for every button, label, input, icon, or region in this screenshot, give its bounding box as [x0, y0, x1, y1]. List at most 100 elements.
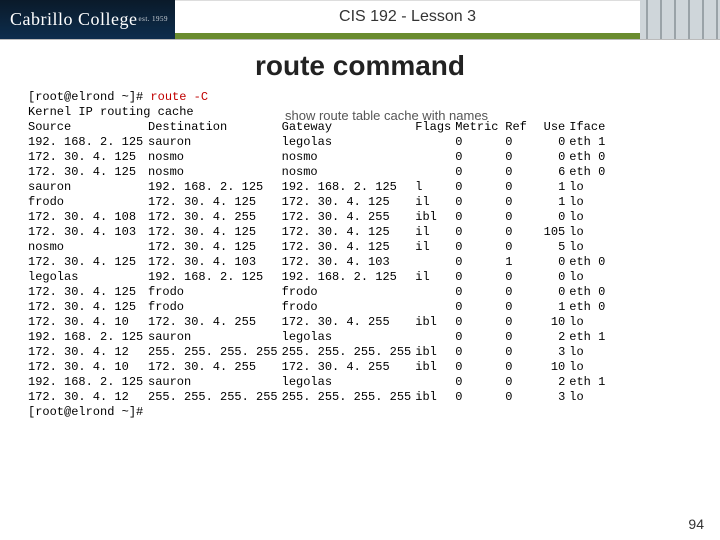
table-cell: lo	[569, 345, 609, 360]
table-row: 192. 168. 2. 125sauronlegolas002eth 1	[28, 330, 609, 345]
table-cell: lo	[569, 360, 609, 375]
column-header: Destination	[148, 120, 282, 135]
table-cell: sauron	[148, 135, 282, 150]
table-cell: 0	[505, 180, 535, 195]
table-cell: sauron	[148, 375, 282, 390]
table-cell	[415, 375, 455, 390]
table-cell: 0	[535, 270, 569, 285]
table-cell: 0	[505, 345, 535, 360]
logo-est-label: est.	[138, 16, 150, 23]
table-cell: 172. 30. 4. 125	[148, 225, 282, 240]
table-cell: 0	[505, 360, 535, 375]
table-row: 172. 30. 4. 103172. 30. 4. 125172. 30. 4…	[28, 225, 609, 240]
table-cell: 172. 30. 4. 108	[28, 210, 148, 225]
table-cell: 172. 30. 4. 12	[28, 390, 148, 405]
column-header: Use	[535, 120, 569, 135]
table-row: 192. 168. 2. 125sauronlegolas000eth 1	[28, 135, 609, 150]
table-cell: 0	[505, 285, 535, 300]
table-cell: ibl	[415, 210, 455, 225]
table-cell: 0	[455, 390, 505, 405]
table-cell: 0	[505, 165, 535, 180]
table-row: 172. 30. 4. 12255. 255. 255. 255255. 255…	[28, 345, 609, 360]
table-cell: 0	[505, 135, 535, 150]
table-cell: 0	[455, 210, 505, 225]
table-row: 172. 30. 4. 10172. 30. 4. 255172. 30. 4.…	[28, 360, 609, 375]
route-table: SourceDestinationGatewayFlagsMetricRefUs…	[28, 120, 609, 405]
table-cell: 192. 168. 2. 125	[282, 270, 416, 285]
table-cell: eth 0	[569, 150, 609, 165]
table-cell: legolas	[282, 330, 416, 345]
table-cell: 172. 30. 4. 103	[28, 225, 148, 240]
table-cell: 0	[455, 375, 505, 390]
table-cell: legolas	[28, 270, 148, 285]
table-cell: il	[415, 270, 455, 285]
table-cell: legolas	[282, 135, 416, 150]
table-cell: 10	[535, 315, 569, 330]
table-cell: 172. 30. 4. 255	[282, 315, 416, 330]
table-cell: 3	[535, 345, 569, 360]
table-row: sauron192. 168. 2. 125192. 168. 2. 125l0…	[28, 180, 609, 195]
table-cell: 0	[455, 270, 505, 285]
table-cell: 0	[535, 285, 569, 300]
table-cell: 255. 255. 255. 255	[148, 390, 282, 405]
table-cell: 192. 168. 2. 125	[28, 375, 148, 390]
table-cell: 0	[455, 315, 505, 330]
table-cell: 0	[455, 165, 505, 180]
table-cell: 1	[535, 195, 569, 210]
course-title: CIS 192 - Lesson 3	[175, 0, 640, 39]
table-cell	[415, 330, 455, 345]
table-cell: 0	[505, 225, 535, 240]
table-cell: eth 1	[569, 330, 609, 345]
table-cell: eth 0	[569, 255, 609, 270]
column-header: Source	[28, 120, 148, 135]
table-cell: 0	[505, 330, 535, 345]
table-cell: 255. 255. 255. 255	[282, 390, 416, 405]
table-cell: il	[415, 240, 455, 255]
table-row: legolas192. 168. 2. 125192. 168. 2. 125i…	[28, 270, 609, 285]
column-header: Ref	[505, 120, 535, 135]
table-cell: ibl	[415, 315, 455, 330]
table-cell: 3	[535, 390, 569, 405]
table-cell: 0	[455, 330, 505, 345]
table-cell: 0	[455, 195, 505, 210]
table-cell: lo	[569, 195, 609, 210]
table-cell: 0	[505, 375, 535, 390]
table-cell: 192. 168. 2. 125	[148, 270, 282, 285]
table-cell	[415, 255, 455, 270]
table-cell: frodo	[148, 300, 282, 315]
table-cell	[415, 300, 455, 315]
table-cell: frodo	[282, 300, 416, 315]
table-cell: lo	[569, 225, 609, 240]
table-cell: nosmo	[282, 150, 416, 165]
table-row: 172. 30. 4. 108172. 30. 4. 255172. 30. 4…	[28, 210, 609, 225]
table-cell: nosmo	[148, 165, 282, 180]
annotation-text: show route table cache with names	[285, 108, 488, 123]
table-cell: sauron	[28, 180, 148, 195]
table-cell: 172. 30. 4. 125	[28, 255, 148, 270]
table-cell	[415, 285, 455, 300]
table-cell: 1	[535, 180, 569, 195]
table-cell: 192. 168. 2. 125	[282, 180, 416, 195]
table-cell: 0	[455, 255, 505, 270]
table-cell: 192. 168. 2. 125	[148, 180, 282, 195]
table-row: frodo172. 30. 4. 125172. 30. 4. 125il001…	[28, 195, 609, 210]
table-cell	[415, 135, 455, 150]
table-cell: il	[415, 195, 455, 210]
table-cell: lo	[569, 240, 609, 255]
table-cell: il	[415, 225, 455, 240]
table-cell: 172. 30. 4. 125	[28, 300, 148, 315]
table-row: 172. 30. 4. 125nosmonosmo006eth 0	[28, 165, 609, 180]
table-cell: 0	[505, 315, 535, 330]
table-cell	[415, 165, 455, 180]
table-cell: sauron	[148, 330, 282, 345]
table-cell: 172. 30. 4. 125	[148, 195, 282, 210]
page-title: route command	[0, 50, 720, 82]
table-cell: 172. 30. 4. 10	[28, 360, 148, 375]
table-row: 172. 30. 4. 125frodofrodo000eth 0	[28, 285, 609, 300]
table-cell: 172. 30. 4. 103	[282, 255, 416, 270]
table-cell: 0	[535, 135, 569, 150]
college-logo: Cabrillo College est. 1959	[0, 0, 175, 39]
banner-photo	[640, 0, 720, 39]
table-cell	[415, 150, 455, 165]
table-cell: 172. 30. 4. 255	[282, 360, 416, 375]
